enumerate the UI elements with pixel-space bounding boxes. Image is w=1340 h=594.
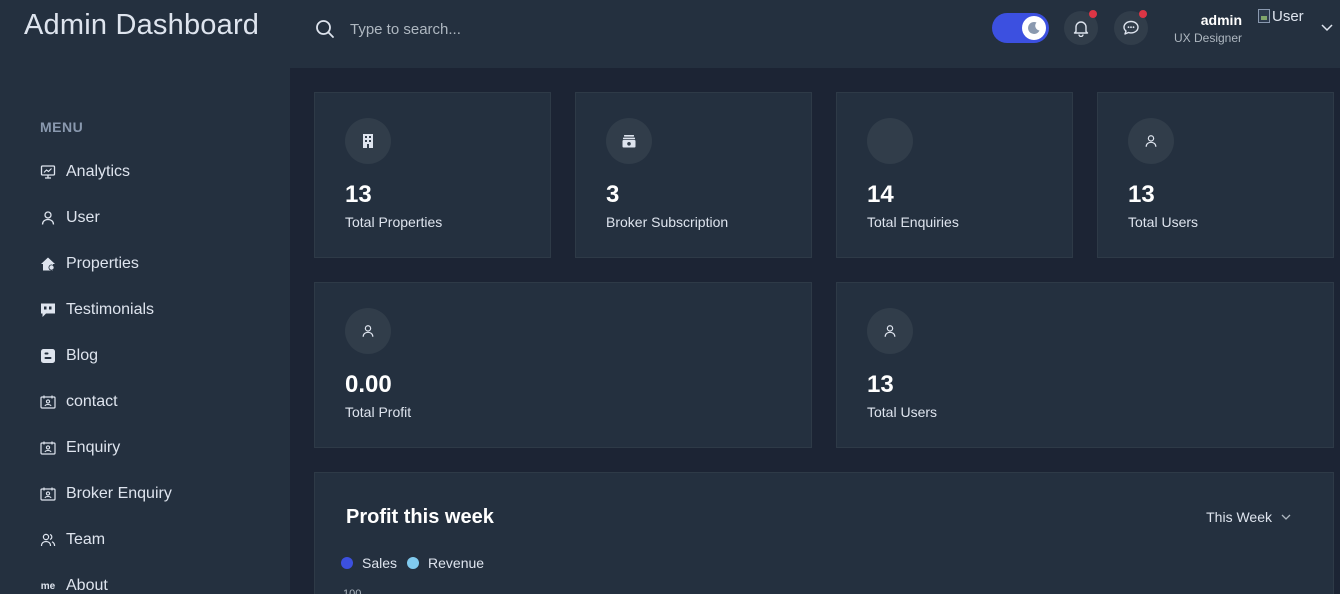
stat-card-broker-subscription[interactable]: 3 Broker Subscription <box>575 92 812 258</box>
period-select-value: This Week <box>1206 509 1272 525</box>
sidebar-item-testimonials[interactable]: Testimonials <box>40 297 154 323</box>
sidebar-item-contact[interactable]: contact <box>40 389 118 415</box>
stat-label: Total Enquiries <box>867 214 959 230</box>
blank-icon <box>867 118 913 164</box>
stat-label: Total Users <box>867 404 938 420</box>
profit-chart-panel: Profit this week This Week Sales Revenue… <box>314 472 1334 594</box>
stat-label: Total Properties <box>345 214 443 230</box>
legend-label: Revenue <box>428 555 485 571</box>
legend-label: Sales <box>362 555 398 571</box>
contact-card-icon <box>40 440 56 456</box>
legend-item-revenue[interactable]: Revenue <box>407 555 484 571</box>
users-icon <box>40 532 56 548</box>
user-icon <box>345 308 391 354</box>
chart-title: Profit this week <box>346 506 494 528</box>
legend-marker-revenue <box>407 557 420 569</box>
quote-bubble-icon <box>40 302 56 318</box>
sidebar-item-label: Enquiry <box>66 439 121 456</box>
stat-card-total-enquiries[interactable]: 14 Total Enquiries <box>836 92 1073 258</box>
sidebar-item-label: Team <box>66 531 106 548</box>
sidebar-item-label: Broker Enquiry <box>66 485 172 502</box>
blogger-icon <box>40 348 56 364</box>
moon-icon <box>1022 16 1046 40</box>
bell-icon <box>1073 21 1089 37</box>
sidebar-item-label: Analytics <box>66 163 131 180</box>
stat-card-total-users-2[interactable]: 13 Total Users <box>836 282 1334 448</box>
chat-icon <box>1123 20 1139 35</box>
stat-value: 13 <box>1128 181 1155 208</box>
dark-mode-toggle[interactable] <box>992 13 1049 43</box>
contact-card-icon <box>40 394 56 410</box>
search-input[interactable] <box>350 16 750 42</box>
user-icon <box>867 308 913 354</box>
message-dot <box>1139 10 1147 18</box>
contact-card-icon <box>40 486 56 502</box>
user-icon <box>40 210 56 226</box>
messages-button[interactable] <box>1114 10 1148 45</box>
chart-legend: Sales Revenue <box>341 555 494 571</box>
avatar[interactable]: User <box>1258 6 1318 26</box>
stat-label: Total Users <box>1128 214 1199 230</box>
menu-heading: MENU <box>40 119 84 135</box>
notifications-button[interactable] <box>1064 10 1098 45</box>
notification-dot <box>1089 10 1097 18</box>
stat-card-total-users[interactable]: 13 Total Users <box>1097 92 1334 258</box>
chevron-down-icon <box>1281 514 1291 520</box>
sidebar-item-enquiry[interactable]: Enquiry <box>40 435 120 461</box>
user-role: UX Designer <box>1173 31 1242 45</box>
search-icon[interactable] <box>315 19 335 39</box>
house-icon <box>40 256 56 272</box>
building-icon <box>345 118 391 164</box>
user-name[interactable]: admin <box>1150 12 1242 28</box>
avatar-alt-text: User <box>1272 7 1304 25</box>
stat-value: 13 <box>345 181 372 208</box>
sidebar-item-team[interactable]: Team <box>40 527 105 553</box>
stat-value: 0.00 <box>345 371 392 398</box>
period-select[interactable]: This Week <box>1206 509 1293 525</box>
sidebar-item-label: Properties <box>66 255 139 272</box>
broken-image-icon <box>1258 9 1270 23</box>
ticket-icon <box>606 118 652 164</box>
stat-value: 3 <box>606 181 620 208</box>
monitor-chart-icon <box>40 164 56 180</box>
brand-title[interactable]: Admin Dashboard <box>24 9 259 42</box>
sidebar-item-label: User <box>66 209 100 226</box>
me-icon: me <box>40 580 56 592</box>
legend-marker-sales <box>341 557 353 569</box>
stat-card-total-profit[interactable]: 0.00 Total Profit <box>314 282 812 448</box>
sidebar-item-about[interactable]: me About <box>40 573 108 594</box>
stat-label: Broker Subscription <box>606 214 729 230</box>
sidebar-item-label: Blog <box>66 347 99 364</box>
stat-value: 13 <box>867 371 894 398</box>
sidebar-item-blog[interactable]: Blog <box>40 343 98 369</box>
sidebar-item-user[interactable]: User <box>40 205 100 231</box>
stat-label: Total Profit <box>345 404 412 420</box>
sidebar-item-analytics[interactable]: Analytics <box>40 159 130 185</box>
stat-card-total-properties[interactable]: 13 Total Properties <box>314 92 551 258</box>
y-axis-tick: 100 <box>343 588 362 594</box>
sidebar-item-broker-enquiry[interactable]: Broker Enquiry <box>40 481 172 507</box>
legend-item-sales[interactable]: Sales <box>341 555 397 571</box>
chevron-down-icon[interactable] <box>1320 20 1334 34</box>
sidebar-item-label: About <box>66 577 108 594</box>
sidebar-item-label: contact <box>66 393 118 410</box>
user-icon <box>1128 118 1174 164</box>
top-header: Admin Dashboard admin UX Designer User <box>0 0 1340 68</box>
sidebar-item-properties[interactable]: Properties <box>40 251 139 277</box>
sidebar: MENU Analytics User Properties Testimoni… <box>0 68 290 594</box>
sidebar-item-label: Testimonials <box>66 301 155 318</box>
stat-value: 14 <box>867 181 894 208</box>
